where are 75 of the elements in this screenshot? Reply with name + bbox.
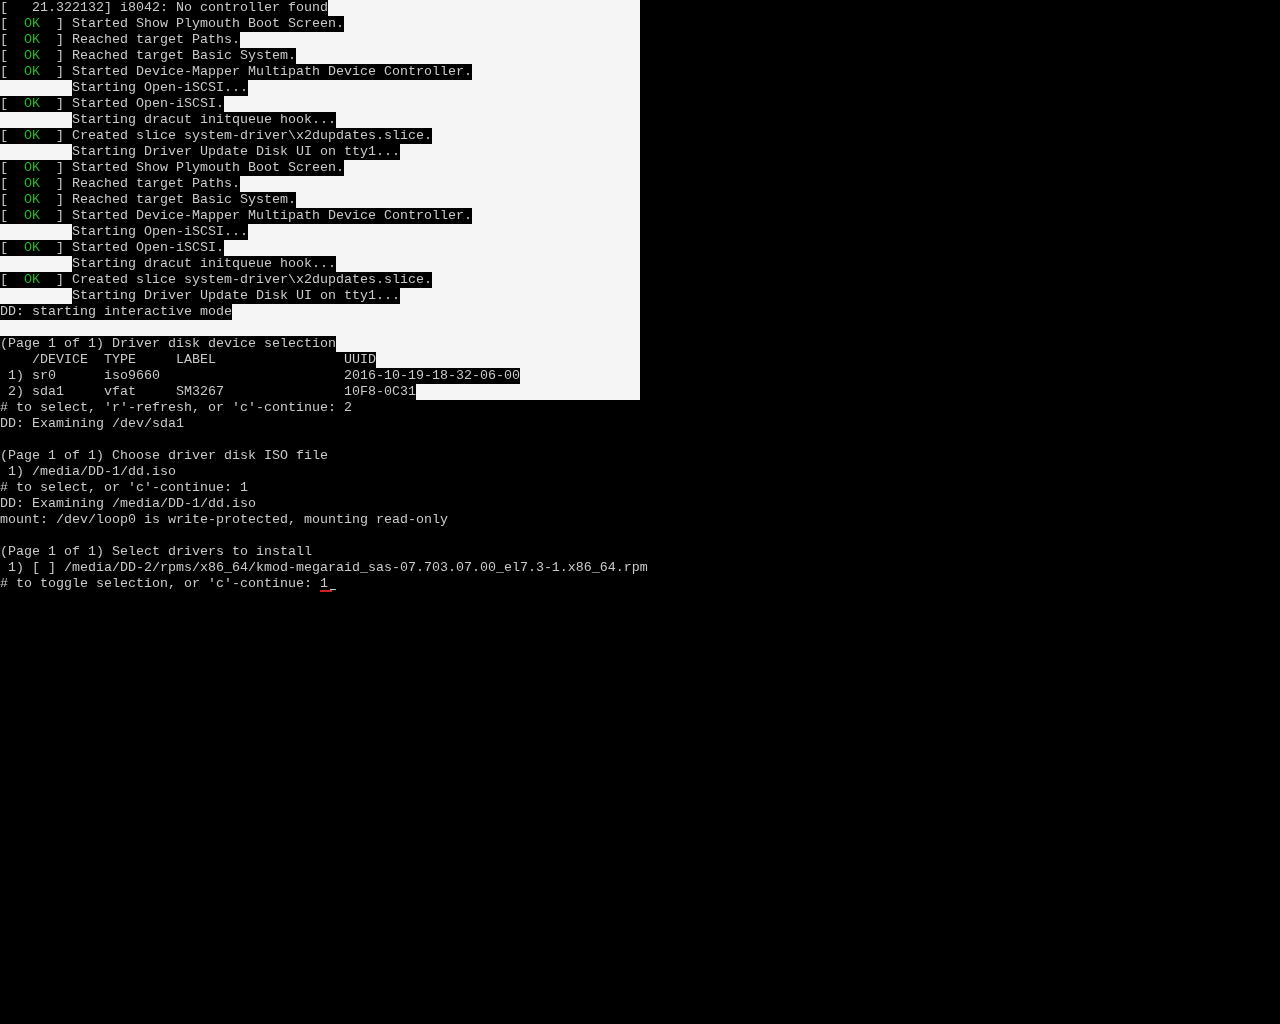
ok-status: OK xyxy=(24,272,41,288)
row-number: 1) xyxy=(7,368,25,384)
bracket: ] xyxy=(56,48,65,64)
console-line: (Page 1 of 1) Select drivers to install xyxy=(0,544,312,560)
column-header: LABEL xyxy=(176,352,217,368)
ok-status: OK xyxy=(24,48,41,64)
table-cell: iso9660 xyxy=(104,368,160,383)
bracket: ] xyxy=(56,192,65,208)
console-line: Started Show Plymouth Boot Screen. xyxy=(72,16,344,32)
ok-status: OK xyxy=(24,160,41,176)
bracket: ] xyxy=(56,176,65,192)
bracket: [ xyxy=(0,64,9,80)
bracket: ] xyxy=(56,160,65,176)
prompt-text: # to toggle selection, or 'c'-continue: xyxy=(0,576,313,592)
ok-status: OK xyxy=(24,192,41,208)
cursor xyxy=(329,589,336,590)
console-line: 1) [ ] /media/DD-2/rpms/x86_64/kmod-megaraid_sas-07.703.07.00_el7.3-1.x86_64.rpm xyxy=(7,560,648,576)
table-cell: SM3267 xyxy=(176,384,224,399)
table-cell: 10F8-0C31 xyxy=(344,384,416,399)
console-line: DD: Examining /media/DD-1/dd.iso xyxy=(0,496,256,512)
bracket: ] xyxy=(56,272,65,288)
table-cell: sda1 xyxy=(32,384,64,399)
ok-status: OK xyxy=(24,128,41,144)
ok-status: OK xyxy=(24,96,41,112)
bracket: [ xyxy=(0,16,9,32)
bracket: [ xyxy=(0,160,9,176)
console-line: # to select, or 'c'-continue: 1 xyxy=(0,480,248,496)
ok-status: OK xyxy=(24,64,41,80)
console-line: Started Open-iSCSI. xyxy=(72,240,224,256)
console-line: Reached target Paths. xyxy=(72,32,240,48)
console-line: Reached target Basic System. xyxy=(72,192,296,208)
console-line: mount: /dev/loop0 is write-protected, mounting read-only xyxy=(0,512,448,528)
underline xyxy=(319,590,332,592)
ok-status: OK xyxy=(24,32,41,48)
bracket: [ xyxy=(0,192,9,208)
ok-status: OK xyxy=(24,208,41,224)
bracket: ] xyxy=(56,208,65,224)
console-line: Reached target Paths. xyxy=(72,176,240,192)
console-line: Started Open-iSCSI. xyxy=(72,96,224,112)
bracket: [ xyxy=(0,240,9,256)
console-line: Created slice system-driver\x2dupdates.slice. xyxy=(72,128,432,144)
console-line: DD: Examining /dev/sda1 xyxy=(0,416,184,432)
column-header: TYPE xyxy=(104,352,137,368)
bracket: [ xyxy=(0,208,9,224)
console-line: # to select, 'r'-refresh, or 'c'-continue: 2 xyxy=(0,400,352,416)
column-header: /DEVICE xyxy=(32,352,89,368)
console-line: Started Show Plymouth Boot Screen. xyxy=(72,160,344,176)
console-line: Reached target Basic System. xyxy=(72,48,296,64)
bracket: [ xyxy=(0,128,9,144)
console-line: Created slice system-driver\x2dupdates.slice. xyxy=(72,272,432,288)
console-line: Started Device-Mapper Multipath Device Controller. xyxy=(72,208,472,224)
table-title: (Page 1 of 1) Driver disk device selection xyxy=(0,336,336,352)
table-cell: sr0 xyxy=(32,368,56,383)
bracket: ] xyxy=(56,96,65,112)
bracket: [ xyxy=(0,176,9,192)
row-number: 2) xyxy=(7,384,25,400)
input-field[interactable]: 1 xyxy=(319,576,328,592)
bracket: ] xyxy=(56,32,65,48)
bracket: [ xyxy=(0,48,9,64)
table-cell: 2016-10-19-18-32-06-00 xyxy=(344,368,520,383)
bracket: ] xyxy=(56,64,65,80)
ok-status: OK xyxy=(24,240,41,256)
table-cell: vfat xyxy=(104,384,136,399)
ok-status: OK xyxy=(24,176,41,192)
console-line: Started Device-Mapper Multipath Device Controller. xyxy=(72,64,472,80)
ok-status: OK xyxy=(24,16,41,32)
bracket: ] xyxy=(56,16,65,32)
console-line: (Page 1 of 1) Choose driver disk ISO file xyxy=(0,448,328,464)
bracket: ] xyxy=(56,128,65,144)
column-header: UUID xyxy=(344,352,376,368)
bracket: [ xyxy=(0,272,9,288)
bracket: [ xyxy=(0,96,9,112)
bracket: [ xyxy=(0,32,9,48)
console-line: 1) /media/DD-1/dd.iso xyxy=(7,464,176,480)
bracket: ] xyxy=(56,240,65,256)
